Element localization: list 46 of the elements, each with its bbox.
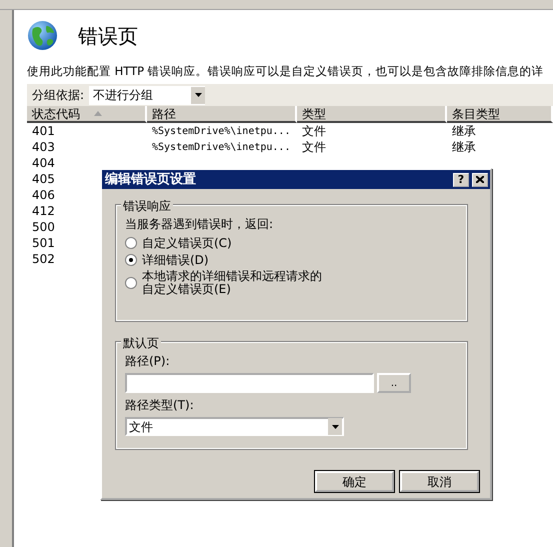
radio-label[interactable]: 本地请求的详细错误和远程请求的自定义错误页(E) bbox=[142, 270, 327, 296]
table-cell-text: 403 bbox=[32, 139, 55, 156]
group-legend: 错误响应 bbox=[121, 197, 173, 215]
column-header[interactable]: 条目类型 bbox=[447, 106, 553, 124]
page-title: 错误页 bbox=[78, 22, 138, 50]
dropdown-arrow-icon bbox=[332, 424, 338, 428]
table-cell-text: 412 bbox=[32, 203, 55, 220]
close-button[interactable] bbox=[472, 172, 488, 186]
table-cell-text: 文件 bbox=[302, 139, 326, 156]
close-icon bbox=[476, 176, 484, 183]
radio-button[interactable] bbox=[125, 237, 137, 250]
path-label: 路径(P): bbox=[125, 353, 171, 370]
group-by-label: 分组依据: bbox=[32, 87, 84, 104]
dropdown-arrow-icon bbox=[194, 93, 202, 98]
column-header[interactable]: 状态代码 bbox=[27, 106, 147, 124]
path-input-field[interactable] bbox=[125, 373, 374, 393]
table-cell-text: 406 bbox=[32, 187, 55, 204]
radio-button[interactable] bbox=[125, 254, 137, 266]
table-cell-text: 继承 bbox=[452, 123, 476, 140]
table-cell-text: 405 bbox=[32, 171, 55, 188]
table-cell-text: 502 bbox=[32, 251, 55, 268]
ok-button[interactable]: 确定 bbox=[315, 471, 394, 492]
radio-button[interactable] bbox=[125, 276, 137, 289]
path-type-label: 路径类型(T): bbox=[125, 397, 195, 414]
prompt-text: 当服务器遇到错误时，返回: bbox=[125, 216, 274, 233]
table-cell-text: 501 bbox=[32, 235, 55, 252]
table-cell-text: 文件 bbox=[302, 123, 326, 140]
cancel-button[interactable]: 取消 bbox=[400, 471, 479, 492]
globe-icon bbox=[27, 20, 58, 51]
table-cell-text: %SystemDrive%\inetpu... bbox=[152, 124, 290, 139]
column-header[interactable]: 类型 bbox=[297, 106, 447, 124]
table-cell-text: %SystemDrive%\inetpu... bbox=[152, 140, 290, 155]
browse-button[interactable]: .. bbox=[377, 373, 411, 393]
description-text: 使用此功能配置 HTTP 错误响应。错误响应可以是自定义错误页，也可以是包含故障排除信息的详 bbox=[27, 63, 545, 80]
radio-label[interactable]: 详细错误(D) bbox=[142, 254, 327, 266]
help-button[interactable]: ? bbox=[453, 172, 469, 186]
table-cell-text: 404 bbox=[32, 155, 55, 172]
table-cell-text: 401 bbox=[32, 123, 55, 140]
column-header[interactable]: 路径 bbox=[147, 106, 297, 124]
path-type-dropdown[interactable]: 文件 bbox=[125, 417, 344, 436]
table-cell-text: 500 bbox=[32, 219, 55, 236]
dialog-title: 编辑错误页设置 bbox=[105, 170, 196, 189]
radio-label[interactable]: 自定义错误页(C) bbox=[142, 237, 327, 250]
table-cell-text: 继承 bbox=[452, 139, 476, 156]
group-by-dropdown[interactable]: 不进行分组 bbox=[89, 86, 206, 105]
group-legend: 默认页 bbox=[121, 334, 161, 352]
